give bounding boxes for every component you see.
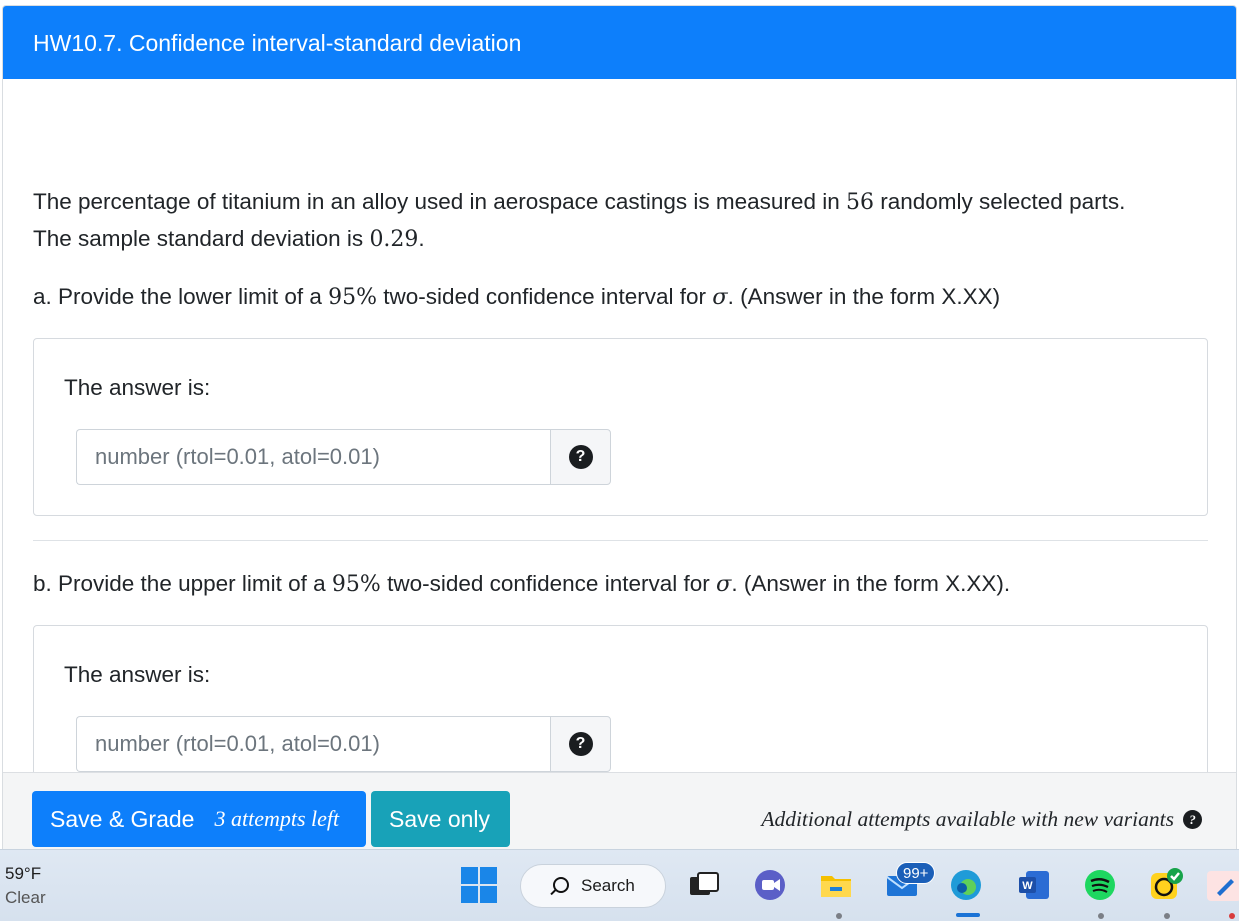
part-b-help-button[interactable]: ? <box>550 716 611 772</box>
question-circle-icon[interactable]: ? <box>1183 810 1202 829</box>
save-only-label: Save only <box>389 805 491 832</box>
attempts-left: 3 attempts left <box>214 806 340 831</box>
problem-text: . <box>418 226 425 251</box>
running-indicator <box>1098 913 1104 919</box>
save-grade-label: Save & Grade <box>50 805 195 832</box>
problem-text: randomly selected parts. <box>873 189 1126 214</box>
edge-icon[interactable] <box>948 867 984 903</box>
answer-label: The answer is: <box>64 662 211 687</box>
problem-statement: The percentage of titanium in an alloy u… <box>33 184 1213 258</box>
spotify-icon[interactable] <box>1082 867 1118 903</box>
svg-text:W: W <box>1022 880 1033 892</box>
search-label: Search <box>581 876 635 895</box>
part-b-input-group: ? <box>76 716 611 772</box>
question-title: HW10.7. Confidence interval-standard dev… <box>33 30 522 56</box>
question-circle-icon: ? <box>568 732 593 756</box>
file-explorer-icon[interactable] <box>818 867 854 903</box>
weather-widget[interactable]: 59°F Clear <box>5 862 46 910</box>
part-b-text: . (Answer in the form X.XX). <box>731 571 1011 596</box>
part-a-text: . (Answer in the form X.XX) <box>727 284 1001 309</box>
running-indicator <box>1229 913 1235 919</box>
tasks-check-icon[interactable] <box>1148 867 1184 903</box>
problem-text: The sample standard deviation is <box>33 226 370 251</box>
part-a-text: a. Provide the lower limit of a <box>33 284 329 309</box>
question-footer: Save & Grade 3 attempts left Save only A… <box>3 772 1236 854</box>
sample-size: 56 <box>845 190 874 215</box>
weather-condition: Clear <box>5 888 46 907</box>
part-b-text: b. Provide the upper limit of a <box>33 571 332 596</box>
word-icon[interactable]: W <box>1016 867 1052 903</box>
question-card: HW10.7. Confidence interval-standard dev… <box>2 5 1237 855</box>
save-grade-button[interactable]: Save & Grade 3 attempts left <box>32 791 366 847</box>
whiteboard-icon[interactable] <box>1205 867 1239 903</box>
meet-icon[interactable] <box>752 867 788 903</box>
answer-label: The answer is: <box>64 375 211 400</box>
windows-taskbar: 59°F Clear Search 99+ W <box>0 849 1239 921</box>
question-circle-icon: ? <box>568 445 593 469</box>
sigma-symbol: σ <box>715 571 732 597</box>
part-a-answer-box: The answer is: ? <box>33 338 1208 516</box>
part-b-confidence: 95% <box>331 572 381 597</box>
sample-sd: 0.29 <box>369 227 419 252</box>
part-divider <box>33 540 1208 541</box>
edge-active-indicator <box>956 913 980 917</box>
part-a-text: two-sided confidence interval for <box>377 284 713 309</box>
weather-temperature: 59°F <box>5 864 42 883</box>
part-b-text: two-sided confidence interval for <box>380 571 716 596</box>
additional-attempts-note: Additional attempts available with new v… <box>761 807 1202 832</box>
part-a-input-group: ? <box>76 429 611 485</box>
additional-attempts-text: Additional attempts available with new v… <box>761 807 1174 831</box>
part-a-confidence: 95% <box>328 285 378 310</box>
search-icon <box>553 877 569 893</box>
task-view-icon[interactable] <box>686 867 722 903</box>
taskbar-search[interactable]: Search <box>520 864 666 908</box>
save-only-button[interactable]: Save only <box>371 791 510 847</box>
running-indicator <box>1164 913 1170 919</box>
part-b-prompt: b. Provide the upper limit of a 95% two-… <box>33 566 1213 603</box>
windows-start-icon[interactable] <box>461 867 497 903</box>
part-a-prompt: a. Provide the lower limit of a 95% two-… <box>33 279 1213 316</box>
running-indicator <box>836 913 842 919</box>
question-header: HW10.7. Confidence interval-standard dev… <box>3 6 1236 79</box>
part-a-answer-input[interactable] <box>76 429 550 485</box>
sigma-symbol: σ <box>712 284 728 310</box>
part-b-answer-input[interactable] <box>76 716 550 772</box>
part-a-help-button[interactable]: ? <box>550 429 611 485</box>
problem-text: The percentage of titanium in an alloy u… <box>33 189 846 214</box>
mail-unread-badge: 99+ <box>896 862 936 884</box>
